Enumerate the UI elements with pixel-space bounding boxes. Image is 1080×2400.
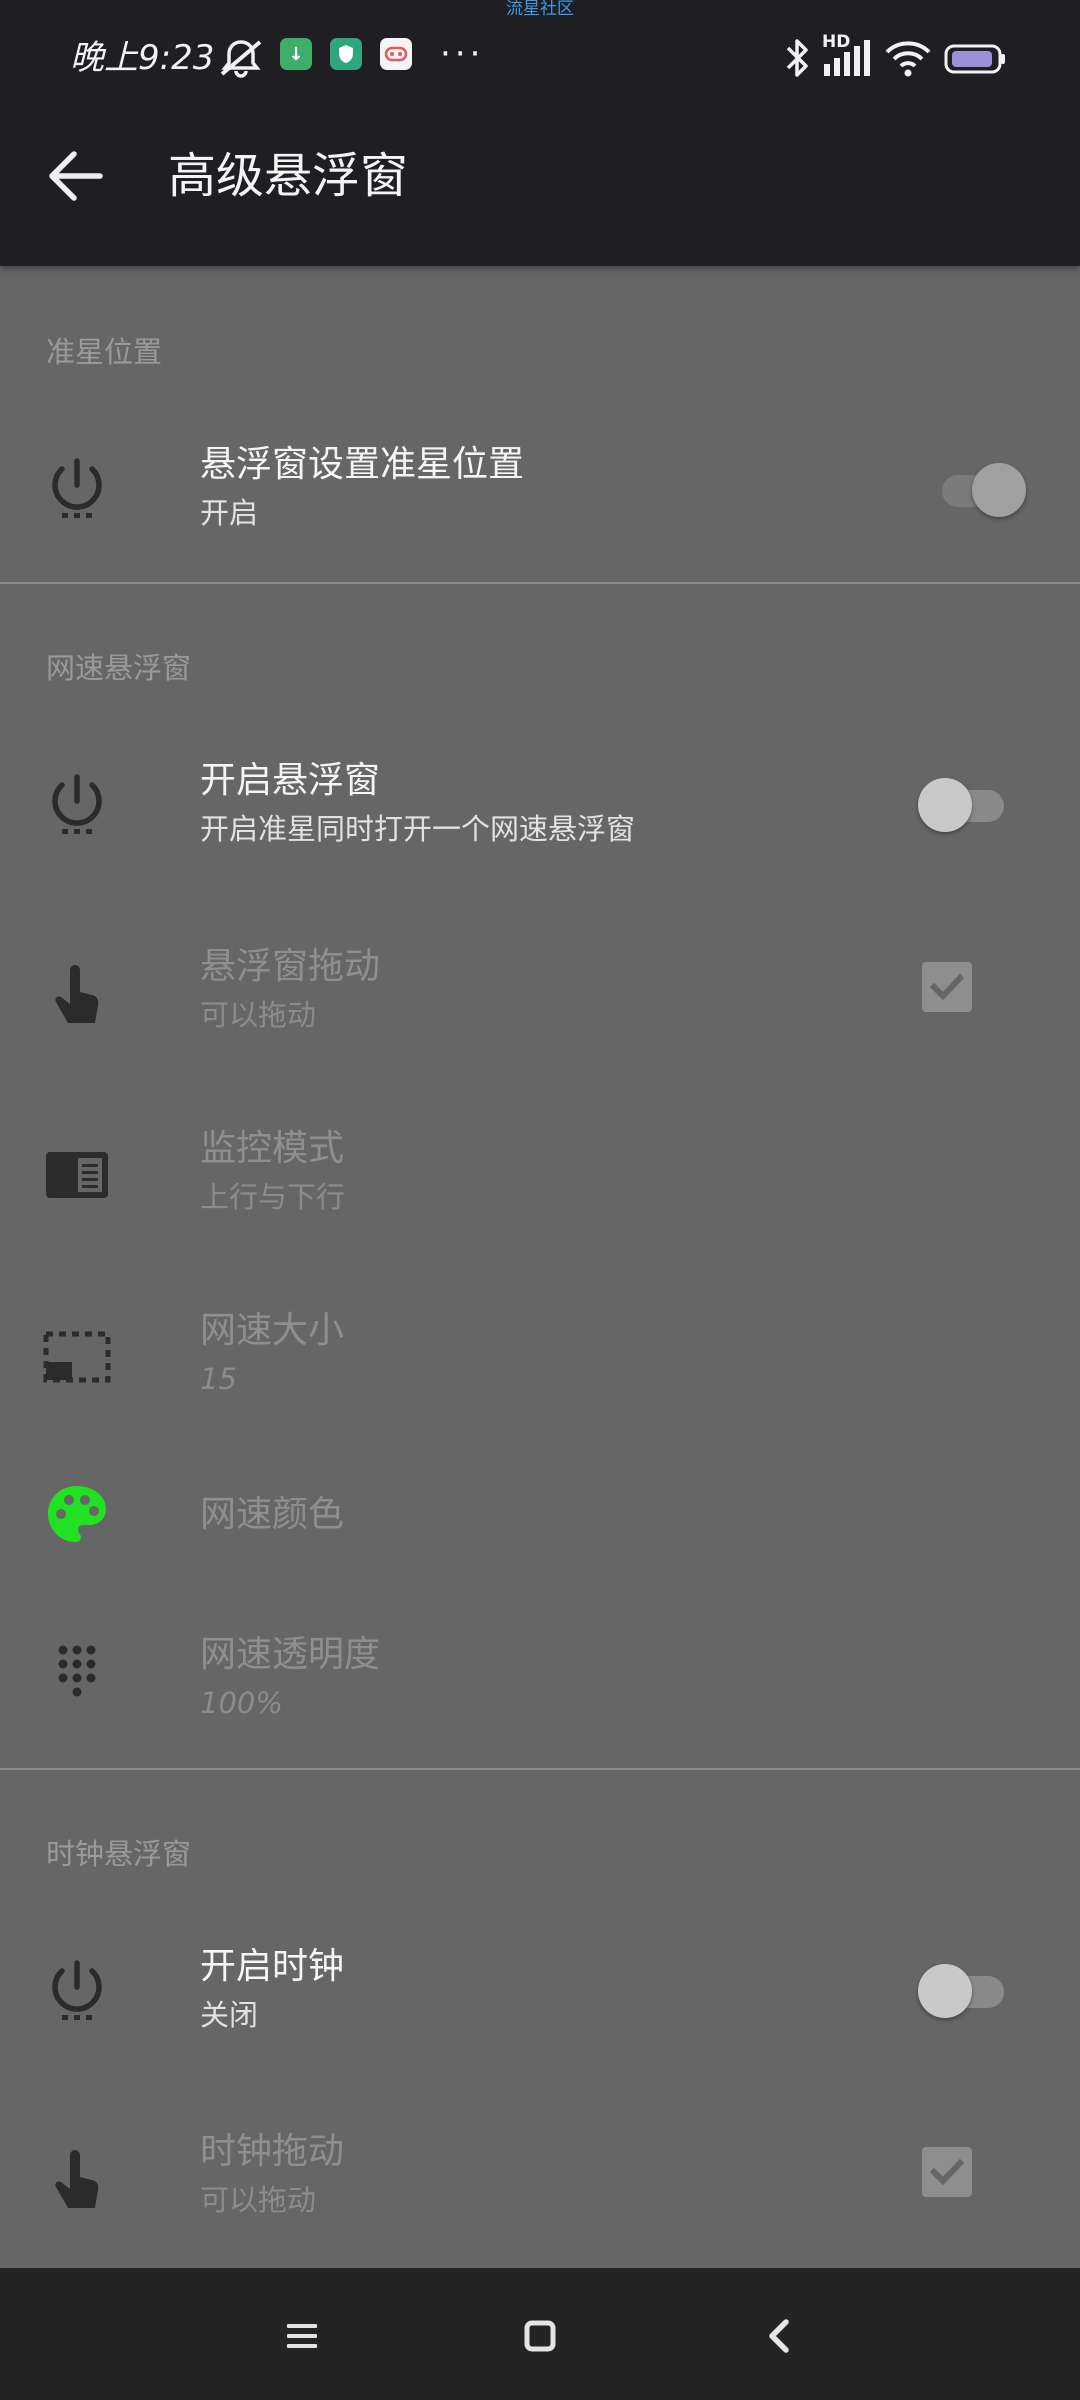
cell-signal-icon: HD (822, 32, 872, 78)
setting-summary: 100% (200, 1686, 283, 1720)
open-floating-window-switch[interactable] (918, 776, 1004, 832)
setting-open-floating-window[interactable]: 开启悬浮窗 开启准星同时打开一个网速悬浮窗 (0, 724, 1080, 884)
window-drag-checkbox[interactable] (922, 962, 972, 1012)
bluetooth-icon (786, 39, 808, 77)
picture-in-picture-icon (43, 1331, 111, 1383)
setting-summary: 可以拖动 (200, 998, 317, 1032)
battery-icon (944, 44, 1005, 74)
touch-icon (55, 965, 99, 1023)
top-app-bar: 流星社区 晚上9:23 ↓ ··· HD 高级悬浮窗 (0, 0, 1080, 266)
setting-summary: 关闭 (200, 1998, 259, 2032)
watermark-text: 流星社区 (506, 0, 574, 19)
setting-monitor-mode[interactable]: 监控模式 上行与下行 (0, 1094, 1080, 1254)
mute-icon (220, 40, 262, 78)
setting-title: 网速大小 (200, 1310, 345, 1351)
section-divider (0, 582, 1080, 584)
setting-title: 时钟拖动 (200, 2131, 345, 2172)
setting-crosshair-position[interactable]: 悬浮窗设置准星位置 开启 (0, 408, 1080, 568)
setting-title: 开启时钟 (200, 1946, 345, 1987)
touch-icon (55, 2150, 99, 2208)
setting-title: 悬浮窗设置准星位置 (200, 444, 525, 485)
more-notifications-indicator: ··· (440, 34, 485, 74)
setting-title: 网速颜色 (200, 1494, 345, 1535)
setting-title: 开启悬浮窗 (200, 760, 381, 801)
home-icon[interactable] (508, 2304, 572, 2368)
crosshair-position-switch[interactable] (940, 461, 1026, 517)
security-app-icon (330, 38, 362, 70)
section-header-clock: 时钟悬浮窗 (46, 1837, 192, 1871)
download-app-icon: ↓ (280, 38, 312, 70)
setting-clock-drag[interactable]: 时钟拖动 可以拖动 (0, 2097, 1080, 2257)
dialpad-icon (58, 1645, 96, 1697)
section-header-netspeed: 网速悬浮窗 (46, 651, 192, 685)
back-arrow-icon[interactable] (40, 140, 112, 212)
setting-open-clock[interactable]: 开启时钟 关闭 (0, 1910, 1080, 2070)
setting-summary: 可以拖动 (200, 2183, 317, 2217)
setting-summary: 15 (200, 1362, 237, 1396)
game-app-icon (380, 38, 412, 70)
palette-icon (48, 1486, 106, 1542)
reader-mode-icon (46, 1152, 108, 1198)
setting-speed-size[interactable]: 网速大小 15 (0, 1276, 1080, 1436)
back-chevron-icon[interactable] (748, 2304, 812, 2368)
power-icon (52, 458, 102, 518)
setting-title: 悬浮窗拖动 (200, 946, 381, 987)
open-clock-switch[interactable] (918, 1962, 1004, 2018)
wifi-icon (885, 41, 931, 77)
power-icon (52, 1960, 102, 2020)
setting-summary: 上行与下行 (200, 1180, 346, 1214)
section-divider (0, 1768, 1080, 1770)
setting-title: 网速透明度 (200, 1634, 381, 1675)
setting-speed-opacity[interactable]: 网速透明度 100% (0, 1600, 1080, 1770)
menu-icon[interactable] (270, 2304, 334, 2368)
setting-speed-color[interactable]: 网速颜色 (0, 1440, 1080, 1590)
setting-summary: 开启 (200, 496, 259, 530)
section-header-crosshair: 准星位置 (46, 335, 163, 369)
system-navigation-bar (0, 2268, 1080, 2400)
setting-summary: 开启准星同时打开一个网速悬浮窗 (200, 812, 636, 846)
setting-title: 监控模式 (200, 1128, 345, 1169)
clock-drag-checkbox[interactable] (922, 2147, 972, 2197)
status-time: 晚上9:23 (70, 38, 215, 78)
page-title: 高级悬浮窗 (168, 148, 409, 204)
setting-window-drag[interactable]: 悬浮窗拖动 可以拖动 (0, 912, 1080, 1072)
power-icon (52, 774, 102, 834)
